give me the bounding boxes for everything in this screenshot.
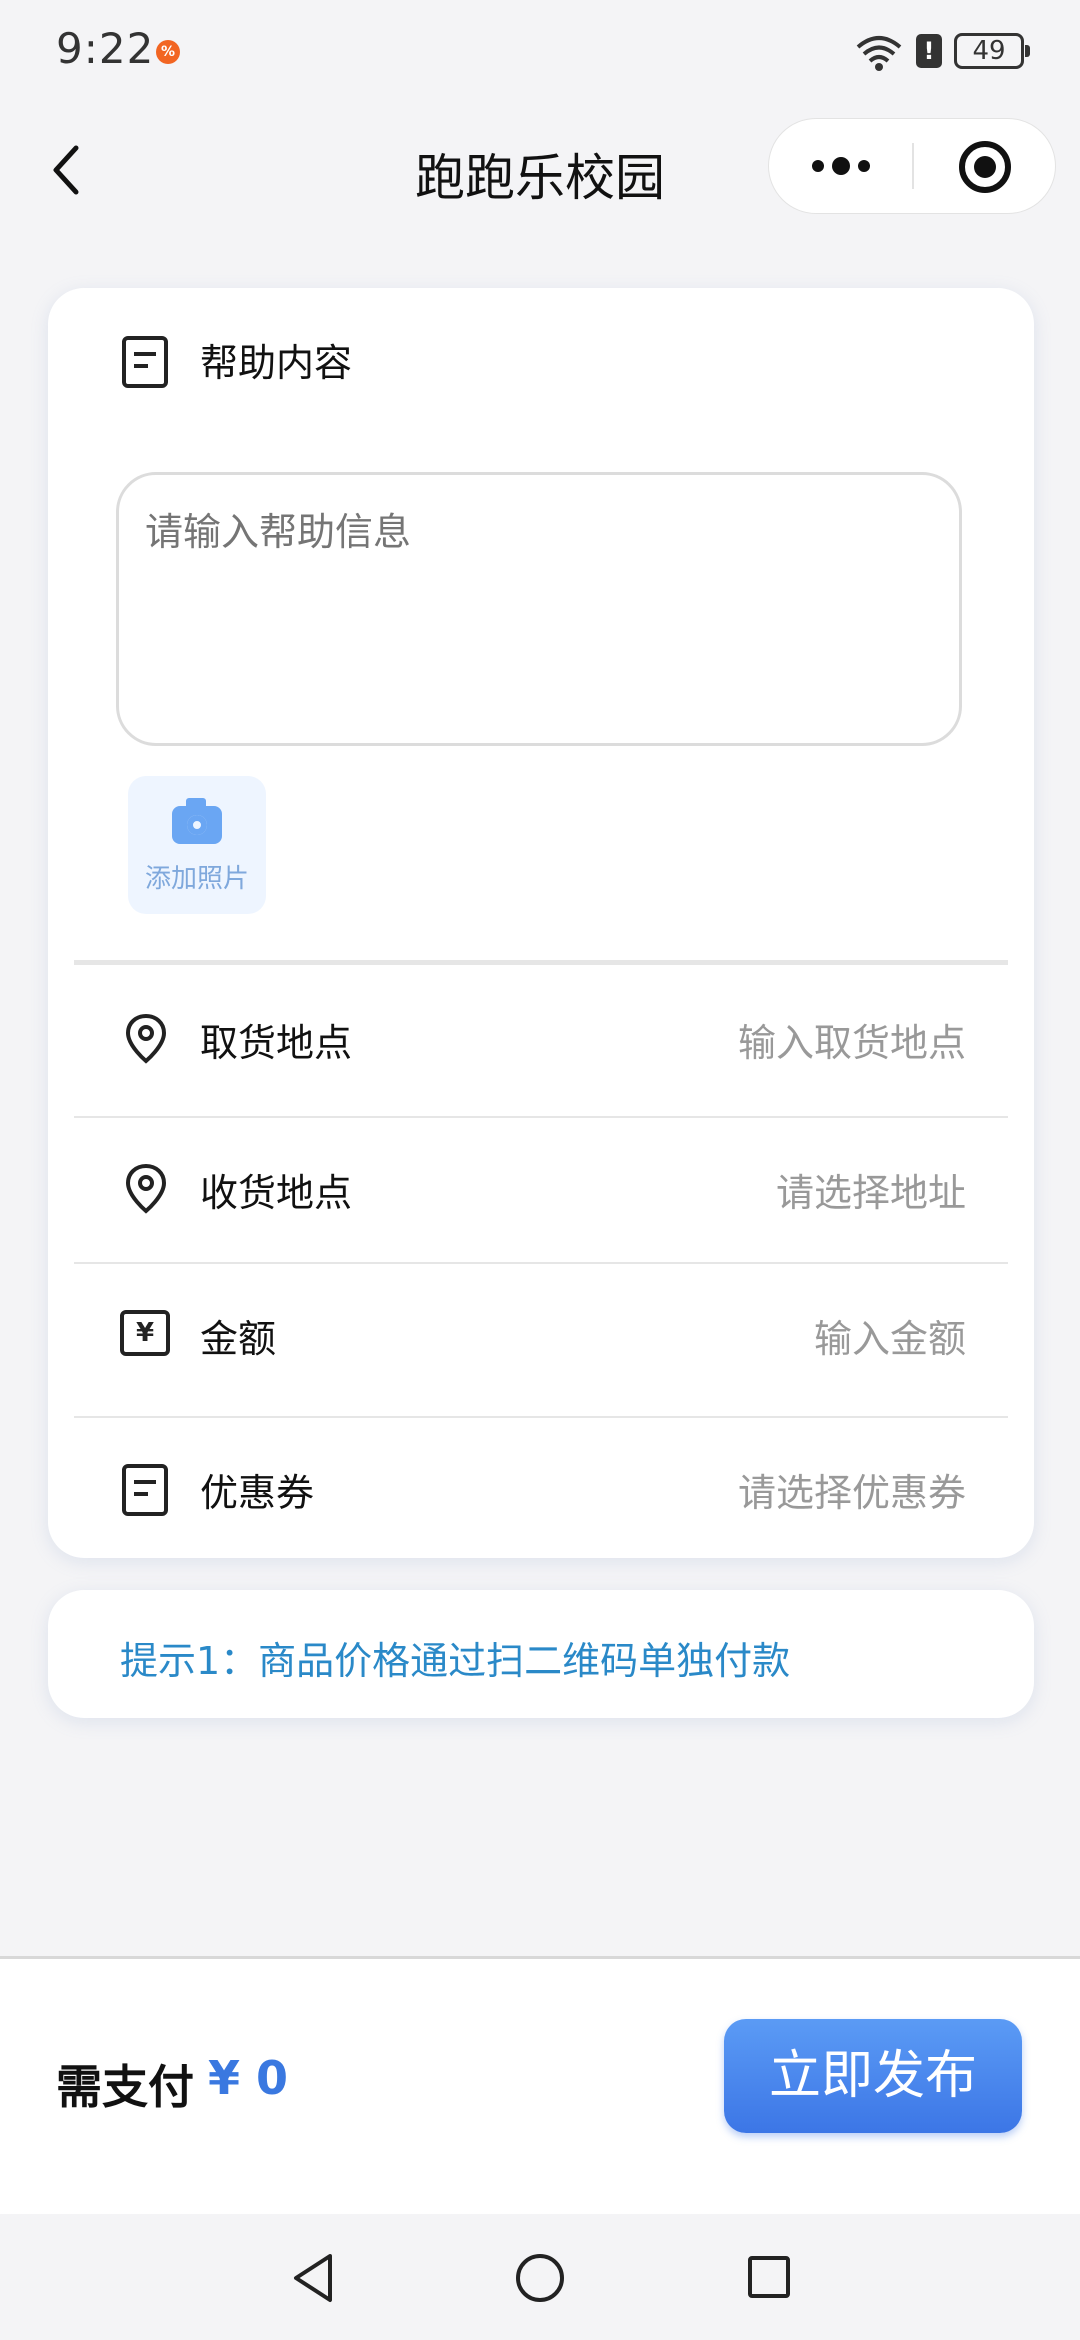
- yen-icon: ¥: [120, 1310, 170, 1356]
- delivery-location-row[interactable]: 收货地点 请选择地址: [48, 1118, 1034, 1258]
- section-divider: [74, 960, 1008, 965]
- publish-button[interactable]: 立即发布: [724, 2019, 1022, 2133]
- status-bar: 9:22 % ! 49: [0, 0, 1080, 110]
- capsule-divider: [912, 143, 914, 189]
- notification-badge-icon: %: [156, 40, 180, 64]
- status-icons: ! 49: [854, 28, 1030, 74]
- more-icon[interactable]: [769, 119, 912, 213]
- pickup-location-value: 输入取货地点: [737, 1021, 966, 1065]
- camera-icon: [172, 798, 222, 844]
- battery-icon: 49: [954, 33, 1030, 69]
- amount-value: 输入金额: [813, 1317, 966, 1361]
- system-home-icon[interactable]: [516, 2254, 564, 2302]
- bottom-bar: 需支付 ¥ 0 立即发布: [0, 1956, 1080, 2214]
- delivery-location-label: 收货地点: [200, 1171, 353, 1215]
- location-pin-icon: [125, 1163, 167, 1214]
- pay-amount: ¥ 0: [208, 2051, 289, 2105]
- mini-program-capsule: [768, 118, 1056, 214]
- pickup-location-row[interactable]: 取货地点 输入取货地点: [48, 968, 1034, 1108]
- amount-row[interactable]: ¥ 金额 输入金额: [48, 1264, 1034, 1404]
- document-icon: [122, 336, 168, 388]
- tip-text: 提示1：商品价格通过扫二维码单独付款: [120, 1639, 791, 1683]
- add-photo-button[interactable]: 添加照片: [128, 776, 266, 914]
- pay-label: 需支付: [56, 2060, 194, 2114]
- delivery-location-value: 请选择地址: [775, 1171, 966, 1215]
- amount-label: 金额: [200, 1317, 277, 1361]
- coupon-value: 请选择优惠券: [737, 1471, 966, 1515]
- tip-card: 提示1：商品价格通过扫二维码单独付款: [48, 1590, 1034, 1718]
- coupon-row[interactable]: 优惠券 请选择优惠券: [48, 1418, 1034, 1558]
- nav-bar: 跑跑乐校园: [0, 110, 1080, 232]
- system-recent-icon[interactable]: [748, 2256, 790, 2298]
- alert-icon: !: [916, 34, 942, 68]
- system-nav-bar: [0, 2214, 1080, 2340]
- wifi-icon: [856, 36, 902, 71]
- system-back-icon[interactable]: [288, 2250, 338, 2306]
- help-content-label: 帮助内容: [200, 341, 353, 385]
- pickup-location-label: 取货地点: [200, 1021, 353, 1065]
- close-target-icon[interactable]: [959, 141, 1011, 193]
- add-photo-label: 添加照片: [144, 864, 249, 894]
- help-info-input[interactable]: [116, 472, 962, 746]
- form-card: 帮助内容 添加照片 取货地点 输入取货地点 收货地点 请选择地址 ¥ 金额 输入…: [48, 288, 1034, 1558]
- location-pin-icon: [125, 1013, 167, 1064]
- document-icon: [122, 1464, 168, 1516]
- status-time: 9:22: [56, 24, 155, 73]
- coupon-label: 优惠券: [200, 1471, 315, 1515]
